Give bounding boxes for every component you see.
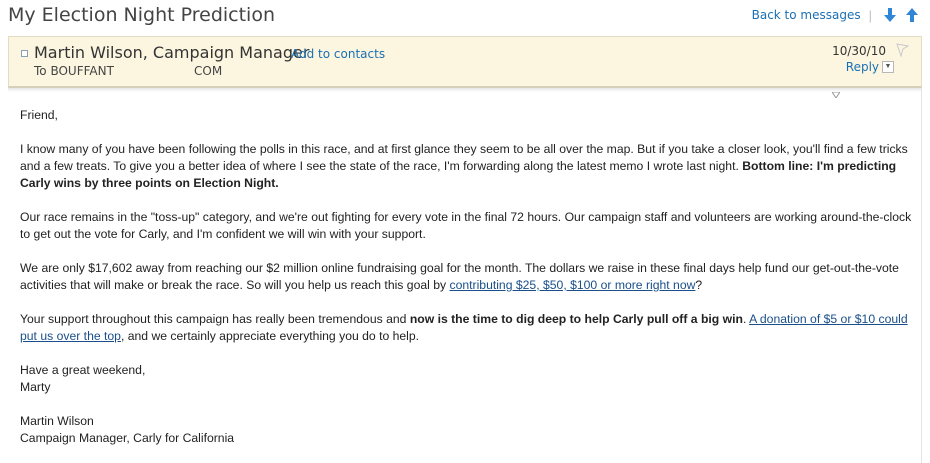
arrow-down-icon[interactable] [882,7,898,23]
sender-name: Martin Wilson, Campaign Manager [34,43,310,62]
closing-line-1: Have a great weekend, [20,363,146,377]
reply-control: Reply ▼ [846,60,894,74]
paragraph-4-text: Your support throughout this campaign ha… [20,312,410,326]
collapse-icon[interactable] [21,50,28,57]
paragraph-3: We are only $17,602 away from reaching o… [20,260,912,294]
add-to-contacts-link[interactable]: Add to contacts [291,47,385,61]
signature-title: Campaign Manager, Carly for California [20,431,235,445]
paragraph-4-bold: now is the time to dig deep to help Carl… [409,312,743,326]
header-shadow [8,88,922,92]
message-header: Martin Wilson, Campaign Manager Add to c… [8,36,922,88]
paragraph-2: Our race remains in the "toss-up" catego… [20,210,912,241]
paragraph-3-end: ? [695,278,703,292]
arrow-up-icon[interactable] [904,7,920,23]
flag-icon[interactable] [895,43,909,57]
page-title: My Election Night Prediction [8,4,276,26]
paragraph-4: Your support throughout this campaign ha… [20,311,912,345]
message-body: Friend, I know many of you have been fol… [20,107,912,447]
expand-icon[interactable] [832,92,840,98]
paragraph-1: I know many of you have been following t… [20,141,912,192]
greeting: Friend, [20,108,58,122]
pane-border [921,88,922,463]
message-nav: Back to messages | [752,7,920,23]
nav-separator: | [868,7,872,23]
signature-name: Martin Wilson [20,414,94,428]
message-date: 10/30/10 [832,44,886,58]
recipient-prefix: To BOUFFANT [34,64,114,78]
recipient-suffix: COM [194,64,223,78]
closing-line-2: Marty [20,380,51,394]
reply-dropdown-button[interactable]: ▼ [882,61,894,73]
contribute-link[interactable]: contributing $25, $50, $100 or more righ… [449,278,695,292]
back-to-messages-link[interactable]: Back to messages [752,8,861,22]
paragraph-4-end: , and we certainly appreciate everything… [120,329,420,343]
reply-link[interactable]: Reply [846,60,879,74]
